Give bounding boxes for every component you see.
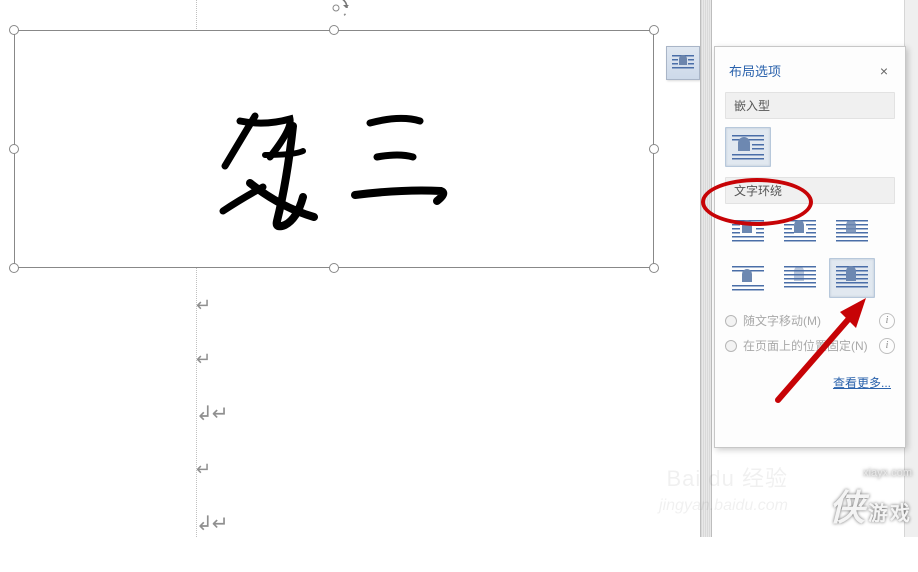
resize-handle-bottom-middle[interactable]	[329, 263, 339, 273]
paragraph-mark: ↲↵	[196, 516, 228, 536]
panel-title: 布局选项	[729, 61, 781, 80]
wrap-option-square[interactable]	[725, 212, 771, 252]
watermark-baidu: Bai du 经验	[667, 461, 789, 493]
wrap-option-tight[interactable]	[777, 212, 823, 252]
close-button[interactable]: ×	[875, 62, 893, 80]
resize-handle-top-right[interactable]	[649, 25, 659, 35]
resize-handle-top-middle[interactable]	[329, 25, 339, 35]
section-wrap-label: 文字环绕	[725, 177, 895, 204]
info-icon[interactable]: i	[879, 313, 895, 329]
resize-handle-bottom-right[interactable]	[649, 263, 659, 273]
radio-move-with-text: 随文字移动(M) i	[723, 308, 897, 333]
rotation-handle[interactable]	[322, 0, 350, 22]
watermark-brand: xiayx.com 侠游戏	[829, 467, 912, 531]
layout-options-panel: 布局选项 × 嵌入型 文字环绕	[714, 46, 906, 448]
signature-image	[195, 91, 495, 251]
paragraph-mark: ↲↵	[196, 406, 228, 426]
selected-picture[interactable]	[14, 30, 654, 268]
info-icon[interactable]: i	[879, 338, 895, 354]
resize-handle-middle-left[interactable]	[9, 144, 19, 154]
resize-handle-middle-right[interactable]	[649, 144, 659, 154]
layout-options-trigger-button[interactable]	[666, 46, 700, 80]
vertical-scrollbar[interactable]	[904, 0, 918, 537]
paragraph-mark: ↵	[196, 298, 228, 316]
watermark-jingyan: jingyan.baidu.com	[659, 497, 788, 515]
section-inline-label: 嵌入型	[725, 92, 895, 119]
watermark-brand-right: 游戏	[868, 503, 912, 525]
see-more-link[interactable]: 查看更多...	[723, 374, 891, 391]
paragraph-mark: ↵	[196, 352, 228, 370]
watermark-url: xiayx.com	[829, 467, 912, 479]
resize-handle-bottom-left[interactable]	[9, 263, 19, 273]
resize-handle-top-left[interactable]	[9, 25, 19, 35]
radio-label: 随文字移动(M)	[743, 312, 821, 329]
document-edge	[700, 0, 712, 537]
paragraph-mark: ↵	[196, 462, 228, 480]
watermark-brand-left: 侠	[829, 487, 866, 528]
paragraph-marks-column: ↵ ↵ ↲↵ ↵ ↲↵	[196, 298, 228, 572]
radio-icon	[725, 340, 737, 352]
radio-icon	[725, 315, 737, 327]
wrap-option-through[interactable]	[829, 212, 875, 252]
radio-fix-position: 在页面上的位置固定(N) i	[723, 333, 897, 358]
radio-label: 在页面上的位置固定(N)	[743, 337, 868, 354]
wrap-option-top-and-bottom[interactable]	[725, 258, 771, 298]
wrap-option-behind-text[interactable]	[777, 258, 823, 298]
wrap-option-inline-with-text[interactable]	[725, 127, 771, 167]
wrap-option-in-front-of-text[interactable]	[829, 258, 875, 298]
document-canvas: ↵ ↵ ↲↵ ↵ ↲↵	[0, 0, 700, 537]
